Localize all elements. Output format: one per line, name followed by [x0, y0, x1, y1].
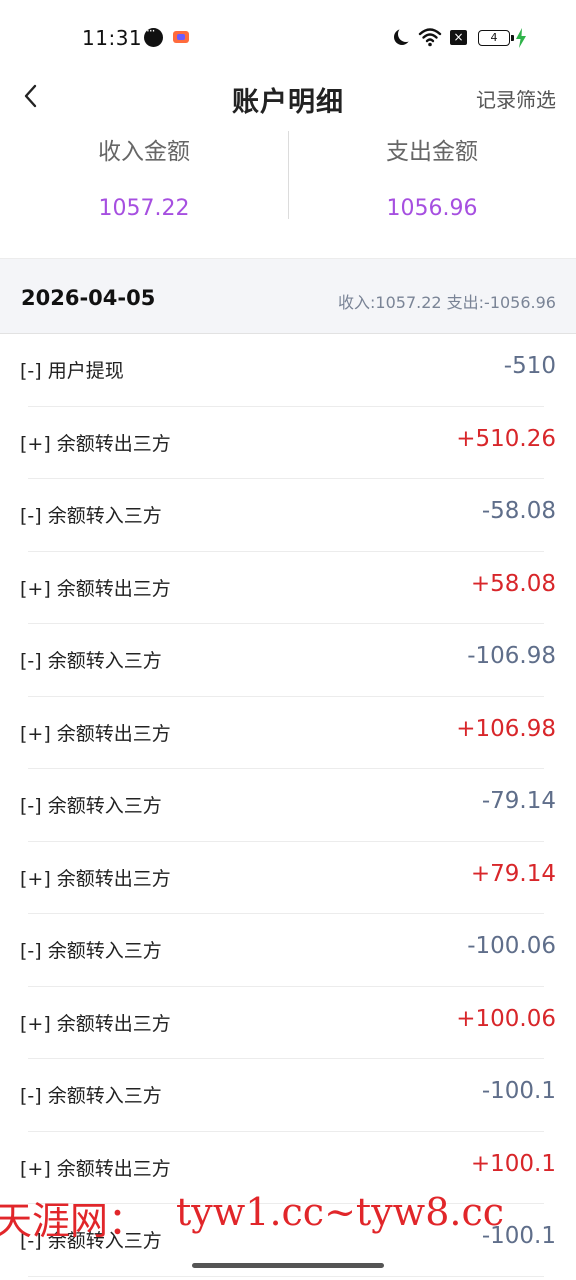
- transaction-label: [+] 余额转出三方: [20, 867, 171, 890]
- status-time: 11:31: [82, 26, 143, 50]
- transaction-row[interactable]: [+] 余额转出三方 +510.26: [0, 407, 576, 480]
- expense-value: 1056.96: [386, 196, 478, 221]
- transaction-label: [+] 余额转出三方: [20, 1157, 171, 1180]
- transaction-label: [+] 余额转出三方: [20, 432, 171, 455]
- status-bar: 11:31 × 4: [0, 0, 576, 76]
- transaction-amount: +510.26: [456, 425, 556, 452]
- transaction-row[interactable]: [+] 余额转出三方 +79.14: [0, 842, 576, 915]
- sim-icon: ×: [450, 30, 467, 45]
- transaction-amount: -106.98: [467, 643, 556, 669]
- transaction-amount: +106.98: [456, 715, 556, 742]
- transaction-list: [-] 用户提现 -510 [+] 余额转出三方 +510.26 [-] 余额转入三方 -…: [0, 334, 576, 1277]
- watermark-left: 天涯网：: [0, 1199, 147, 1243]
- transaction-row[interactable]: [-] 余额转入三方 -106.98: [0, 624, 576, 697]
- transaction-label: [+] 余额转出三方: [20, 1012, 171, 1035]
- watermark-right: tyw1.cc~tyw8.cc: [176, 1190, 505, 1234]
- transaction-amount: +58.08: [470, 570, 556, 597]
- transaction-amount: -510: [503, 353, 556, 379]
- transaction-label: [-] 用户提现: [20, 360, 124, 382]
- transaction-row[interactable]: [+] 余额转出三方 +58.08: [0, 552, 576, 625]
- transaction-label: [-] 余额转入三方: [20, 940, 162, 962]
- app-notification-icon: [173, 31, 189, 43]
- transaction-label: [+] 余额转出三方: [20, 722, 171, 745]
- transaction-row[interactable]: [+] 余额转出三方 +106.98: [0, 697, 576, 770]
- transaction-row[interactable]: [-] 余额转入三方 -100.06: [0, 914, 576, 987]
- charging-icon: [516, 28, 526, 48]
- transaction-amount: -100.1: [481, 1078, 556, 1104]
- transaction-amount: -100.06: [467, 933, 556, 959]
- transaction-row[interactable]: [-] 余额转入三方 -79.14: [0, 769, 576, 842]
- message-icon: [144, 24, 163, 47]
- transaction-amount: +100.06: [456, 1005, 556, 1032]
- transaction-row[interactable]: [-] 余额转入三方 -58.08: [0, 479, 576, 552]
- date-group-header: 2026-04-05 收入:1057.22 支出:-1056.96: [0, 258, 576, 334]
- home-indicator[interactable]: [192, 1263, 384, 1268]
- expense-label: 支出金额: [386, 139, 478, 165]
- transaction-label: [-] 余额转入三方: [20, 1085, 162, 1107]
- watermark: 天涯网： tyw1.cc~tyw8.cc: [0, 1190, 576, 1243]
- income-summary: 收入金额 1057.22: [0, 126, 288, 221]
- income-label: 收入金额: [98, 139, 190, 165]
- wifi-icon: [418, 28, 442, 47]
- transaction-amount: +79.14: [470, 860, 556, 887]
- group-summary: 收入:1057.22 支出:-1056.96: [338, 293, 556, 312]
- battery-icon: 4: [478, 30, 514, 46]
- transaction-label: [-] 余额转入三方: [20, 505, 162, 527]
- transaction-amount: -79.14: [481, 788, 556, 814]
- transaction-amount: +100.1: [470, 1150, 556, 1177]
- moon-icon: [398, 26, 414, 42]
- balance-summary: 收入金额 1057.22 支出金额 1056.96: [0, 126, 576, 226]
- transaction-label: [-] 余额转入三方: [20, 795, 162, 817]
- group-date: 2026-04-05: [21, 286, 156, 310]
- transaction-row[interactable]: [-] 余额转入三方 -100.1: [0, 1059, 576, 1132]
- transaction-label: [+] 余额转出三方: [20, 577, 171, 600]
- income-value: 1057.22: [98, 196, 190, 221]
- transaction-row[interactable]: [-] 用户提现 -510: [0, 334, 576, 407]
- expense-summary: 支出金额 1056.96: [288, 126, 576, 221]
- transaction-row[interactable]: [+] 余额转出三方 +100.06: [0, 987, 576, 1060]
- transaction-label: [-] 余额转入三方: [20, 650, 162, 672]
- transaction-amount: -58.08: [481, 498, 556, 524]
- record-filter-button[interactable]: 记录筛选: [476, 84, 556, 113]
